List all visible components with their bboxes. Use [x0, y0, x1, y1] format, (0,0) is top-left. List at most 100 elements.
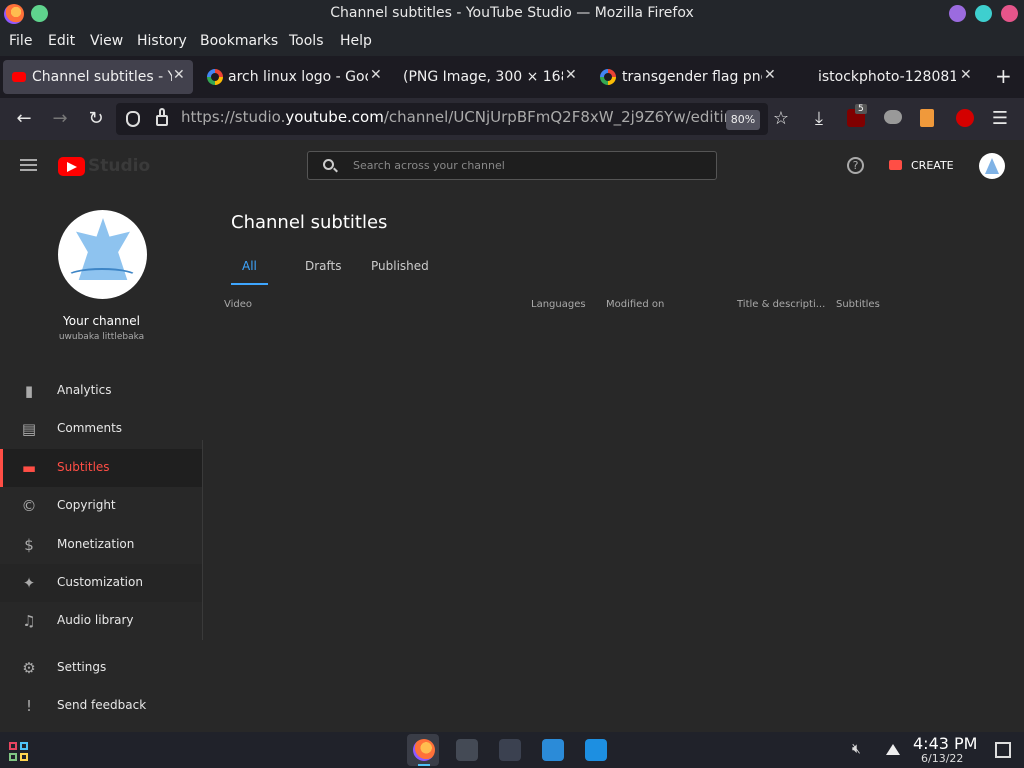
tab-arch-linux-logo[interactable]: arch linux logo - Google Search ✕ — [200, 60, 390, 94]
clock-date[interactable]: 6/13/22 — [921, 752, 963, 765]
app-launcher-icon[interactable] — [9, 742, 28, 761]
youtube-favicon-icon — [12, 72, 26, 82]
minimize-button[interactable] — [949, 5, 966, 22]
window-titlebar: Channel subtitles - YouTube Studio — Moz… — [0, 0, 1024, 28]
sidebar-item-label: Audio library — [57, 613, 134, 627]
sidebar-item-label: Settings — [57, 660, 107, 674]
tab-channel-subtitles[interactable]: Channel subtitles - YouTube Studio ✕ — [3, 60, 193, 94]
extension-badge: 5 — [855, 104, 867, 114]
tab-label: Channel subtitles - YouTube Studio — [32, 69, 172, 85]
channel-avatar-swirl — [66, 268, 138, 286]
menu-view[interactable]: View — [90, 33, 123, 49]
search-placeholder: Search across your channel — [353, 159, 505, 172]
maximize-button[interactable] — [975, 5, 992, 22]
tab-png-image[interactable]: (PNG Image, 300 × 168 pixels) ✕ — [397, 60, 587, 94]
youtube-extension-icon[interactable] — [956, 109, 974, 127]
bookmark-star-icon[interactable]: ☆ — [768, 106, 794, 132]
wand-icon: ✦ — [22, 574, 36, 592]
menu-tools[interactable]: Tools — [289, 33, 324, 49]
sidebar-item-subtitles[interactable]: ▬ Subtitles — [0, 449, 202, 487]
tab-transgender-flag[interactable]: transgender flag png - Google Search ✕ — [594, 60, 784, 94]
create-button[interactable]: CREATE — [911, 159, 954, 172]
hamburger-menu-icon[interactable]: ☰ — [987, 106, 1013, 132]
window-title: Channel subtitles - YouTube Studio — Moz… — [330, 5, 694, 21]
sidebar-item-send-feedback[interactable]: ! Send feedback — [0, 687, 202, 725]
column-video: Video — [224, 299, 253, 310]
video-camera-icon[interactable] — [889, 160, 902, 170]
menu-help[interactable]: Help — [340, 33, 372, 49]
taskbar-terminal-icon[interactable] — [456, 739, 478, 761]
tab-close-icon[interactable]: ✕ — [173, 67, 185, 83]
help-icon[interactable]: ? — [847, 157, 864, 174]
tab-all[interactable]: All — [242, 259, 257, 273]
url-text[interactable]: https://studio.youtube.com/channel/UCNjU… — [181, 108, 743, 126]
channel-avatar[interactable] — [58, 210, 147, 299]
tab-close-icon[interactable]: ✕ — [370, 67, 382, 83]
cookie-autodelete-icon[interactable] — [920, 109, 934, 127]
sidebar-item-label: Comments — [57, 421, 123, 435]
privacy-badger-icon[interactable] — [884, 110, 902, 124]
audio-library-icon: ♫ — [22, 612, 36, 630]
clock-time[interactable]: 4:43 PM — [913, 734, 977, 753]
sidebar-item-label: Copyright — [57, 498, 116, 512]
menu-file[interactable]: File — [9, 33, 32, 49]
copyright-icon: © — [21, 497, 37, 515]
close-button[interactable] — [1001, 5, 1018, 22]
taskbar: 🔇︎ 4:43 PM 6/13/22 — [0, 732, 1024, 768]
feedback-icon: ! — [25, 697, 32, 715]
sidebar-divider — [202, 440, 203, 640]
hamburger-icon[interactable] — [20, 159, 37, 161]
analytics-icon: ▮ — [24, 382, 34, 400]
tab-istockphoto[interactable]: istockphoto-1280810 ✕ — [792, 60, 982, 94]
sidebar-item-settings[interactable]: ⚙ Settings — [0, 649, 202, 687]
forward-icon[interactable]: → — [47, 106, 73, 132]
tab-close-icon[interactable]: ✕ — [565, 67, 577, 83]
dollar-icon: $ — [24, 536, 34, 554]
sidebar-item-audio-library[interactable]: ♫ Audio library — [0, 602, 202, 640]
tab-close-icon[interactable]: ✕ — [960, 67, 972, 83]
zoom-indicator[interactable]: 80% — [726, 110, 760, 130]
sidebar-item-label: Send feedback — [57, 698, 147, 712]
column-modified-on[interactable]: Modified on — [606, 299, 664, 310]
sidebar-item-analytics[interactable]: ▮ Analytics — [0, 372, 202, 410]
reload-icon[interactable]: ↻ — [83, 106, 109, 132]
menu-bookmarks[interactable]: Bookmarks — [200, 33, 278, 49]
show-desktop-icon[interactable] — [995, 742, 1011, 758]
studio-logo-text: Studio — [88, 156, 151, 176]
search-icon-handle — [333, 167, 338, 173]
column-title-description[interactable]: Title & descripti... — [737, 299, 825, 310]
new-tab-icon[interactable]: + — [995, 64, 1012, 88]
sidebar-item-comments[interactable]: ▤ Comments — [0, 410, 202, 448]
lock-shackle — [159, 108, 165, 116]
search-input[interactable]: Search across your channel — [307, 151, 717, 180]
sidebar-item-monetization[interactable]: $ Monetization — [0, 526, 202, 564]
taskbar-files-icon[interactable] — [585, 739, 607, 761]
lock-icon[interactable] — [156, 115, 168, 126]
downloads-icon[interactable]: ⤓ — [806, 106, 832, 132]
url-path: /channel/UCNjUrpBFmQ2F8xW_2j9Z6Yw/editin… — [383, 108, 743, 126]
volume-muted-icon[interactable]: 🔇︎ — [852, 741, 861, 757]
tab-drafts[interactable]: Drafts — [305, 259, 342, 273]
menu-bar: File Edit View History Bookmarks Tools H… — [0, 28, 1024, 56]
taskbar-firefox-icon[interactable] — [413, 739, 435, 761]
sidebar-item-label: Customization — [57, 575, 143, 589]
back-icon[interactable]: ← — [11, 106, 37, 132]
subtitles-icon: ▬ — [21, 459, 37, 477]
active-indicator — [418, 764, 430, 766]
column-languages[interactable]: Languages — [531, 299, 586, 310]
column-subtitles[interactable]: Subtitles — [836, 299, 880, 310]
taskbar-store-icon[interactable] — [542, 739, 564, 761]
menu-history[interactable]: History — [137, 33, 187, 49]
sidebar-item-copyright[interactable]: © Copyright — [0, 487, 202, 525]
shield-icon[interactable] — [126, 111, 140, 127]
account-avatar[interactable] — [979, 153, 1005, 179]
sidebar-item-label: Analytics — [57, 383, 112, 397]
play-triangle — [67, 162, 77, 172]
menu-edit[interactable]: Edit — [48, 33, 75, 49]
tab-published[interactable]: Published — [371, 259, 429, 273]
tab-close-icon[interactable]: ✕ — [764, 67, 776, 83]
tab-bar: Channel subtitles - YouTube Studio ✕ arc… — [0, 56, 1024, 98]
taskbar-settings-icon[interactable] — [499, 739, 521, 761]
tray-expand-icon[interactable] — [886, 744, 900, 755]
sidebar-item-customization[interactable]: ✦ Customization — [0, 564, 202, 602]
